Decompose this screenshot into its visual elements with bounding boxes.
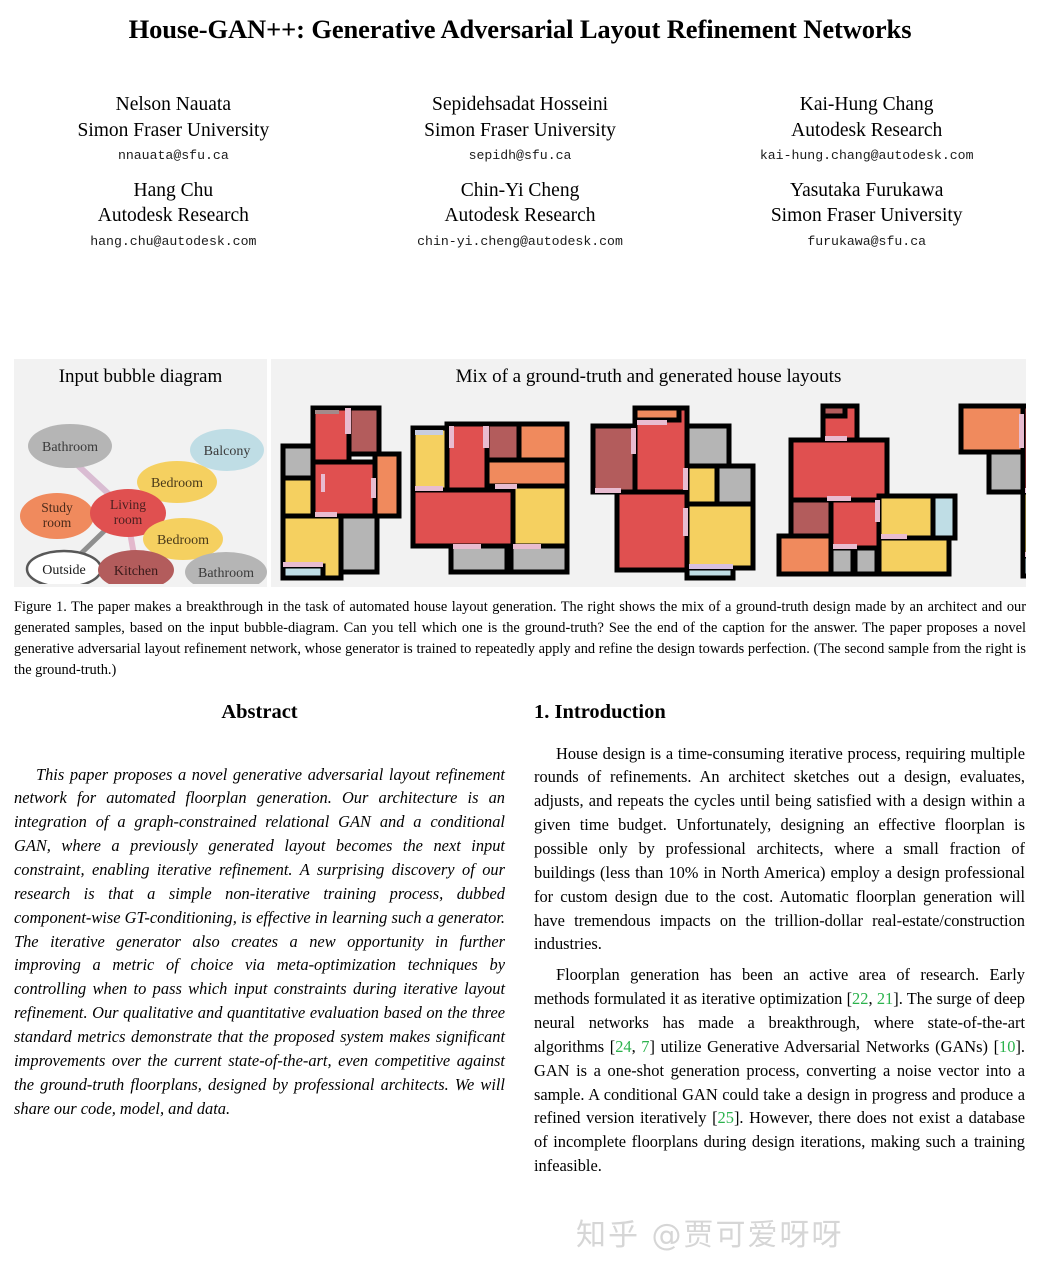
abstract-text: This paper proposes a novel generative a…: [14, 764, 505, 1118]
abstract-heading: Abstract: [221, 701, 298, 723]
floorplan-door: [1019, 413, 1024, 448]
figure-panel-bubble-diagram: Input bubble diagram Bathroom Balcony Be…: [14, 359, 267, 587]
bubble-label: Kitchen: [114, 564, 158, 579]
author-email[interactable]: sepidh@sfu.ca: [347, 147, 694, 164]
floorplan-3: [590, 405, 756, 581]
house-layouts-graphic: [280, 403, 1026, 581]
figure-panel-house-layouts: Mix of a ground-truth and generated hous…: [271, 359, 1026, 587]
author-affiliation: Autodesk Research: [791, 119, 943, 141]
bubble-label-line2: room: [114, 512, 143, 527]
author-email[interactable]: furukawa@sfu.ca: [693, 233, 1040, 250]
floorplan-room: [1020, 553, 1026, 579]
author-entry: Hang Chu Autodesk Research hang.chu@auto…: [0, 178, 347, 251]
author-name: Chin-Yi Cheng: [460, 179, 580, 201]
author-email[interactable]: hang.chu@autodesk.com: [0, 233, 347, 250]
bubble-label-line1: Study: [41, 500, 73, 515]
author-entry: Kai-Hung Chang Autodesk Research kai-hun…: [693, 92, 1040, 165]
author-entry: Nelson Nauata Simon Fraser University nn…: [0, 92, 347, 165]
author-name: Nelson Nauata: [115, 93, 231, 115]
introduction-paragraph-1: House design is a time-consuming iterati…: [534, 743, 1025, 954]
floorplan-room: [1020, 489, 1026, 559]
author-name: Hang Chu: [133, 179, 214, 201]
bubble-label: Bathroom: [42, 440, 98, 455]
figure-1: Input bubble diagram Bathroom Balcony Be…: [14, 359, 1026, 587]
author-affiliation: Autodesk Research: [444, 205, 596, 227]
citation-link-24[interactable]: 24: [615, 1037, 631, 1056]
bubble-label: Bedroom: [151, 476, 203, 491]
author-entry: Yasutaka Furukawa Simon Fraser Universit…: [693, 178, 1040, 251]
author-block: Nelson Nauata Simon Fraser University nn…: [0, 92, 1040, 251]
author-entry: Sepidehsadat Hosseini Simon Fraser Unive…: [347, 92, 694, 165]
citation-link-25[interactable]: 25: [718, 1108, 734, 1127]
house-layouts-title: Mix of a ground-truth and generated hous…: [455, 366, 842, 387]
floorplan-door: [1025, 487, 1026, 493]
author-row: Nelson Nauata Simon Fraser University nn…: [0, 92, 1040, 165]
par2-part3: ] utilize Generative Adversarial Network…: [649, 1036, 1000, 1056]
body-columns: Abstract This paper proposes a novel gen…: [14, 700, 1026, 1178]
author-name: Sepidehsadat Hosseini: [432, 93, 609, 115]
bubble-node-balcony[interactable]: Balcony: [190, 428, 264, 471]
citation-link-22[interactable]: 22: [852, 989, 868, 1008]
introduction-heading: 1. Introduction: [534, 701, 666, 723]
bubble-node-bathroom-1[interactable]: Bathroom: [28, 423, 112, 468]
floorplan-room: [958, 403, 1026, 455]
author-email[interactable]: kai-hung.chang@autodesk.com: [693, 147, 1040, 164]
author-email[interactable]: nnauata@sfu.ca: [0, 147, 347, 164]
floorplan-5: [958, 403, 1026, 579]
floorplan-door: [1025, 551, 1026, 557]
bubble-label-line1: Living: [110, 497, 146, 512]
floorplan-4: [776, 403, 958, 577]
bubble-label: Balcony: [204, 444, 251, 459]
author-email[interactable]: chin-yi.cheng@autodesk.com: [347, 233, 694, 250]
author-affiliation: Autodesk Research: [97, 205, 249, 227]
abstract-column: Abstract This paper proposes a novel gen…: [14, 700, 505, 1178]
introduction-paragraph-2: Floorplan generation has been an active …: [534, 963, 1025, 1178]
citation-link-10[interactable]: 10: [999, 1037, 1015, 1056]
bubble-label-line2: room: [43, 515, 72, 530]
bubble-node-study-room[interactable]: Study room: [20, 492, 94, 539]
citation-link-7[interactable]: 7: [641, 1037, 649, 1056]
floorplan-2: [410, 421, 570, 575]
author-name: Kai-Hung Chang: [799, 93, 934, 115]
floorplan-room: [986, 449, 1026, 495]
author-entry: Chin-Yi Cheng Autodesk Research chin-yi.…: [347, 178, 694, 251]
author-row: Hang Chu Autodesk Research hang.chu@auto…: [0, 178, 1040, 251]
par2-sep1: ,: [868, 989, 877, 1009]
bubble-label: Outside: [42, 563, 86, 578]
bubble-diagram-title: Input bubble diagram: [58, 366, 223, 387]
page-title: House-GAN++: Generative Adversarial Layo…: [128, 14, 912, 44]
watermark-overlay: 知乎 @贾可爱呀呀: [576, 1218, 844, 1253]
author-affiliation: Simon Fraser University: [424, 119, 616, 141]
bubble-node-outside[interactable]: Outside: [25, 549, 103, 584]
figure-caption: Figure 1. The paper makes a breakthrough…: [14, 599, 1026, 679]
floorplan-1: [280, 405, 402, 581]
bubble-label: Bedroom: [157, 533, 209, 548]
author-name: Yasutaka Furukawa: [789, 179, 944, 201]
citation-link-21[interactable]: 21: [877, 989, 893, 1008]
author-affiliation: Simon Fraser University: [77, 119, 270, 141]
introduction-column: 1. Introduction House design is a time-c…: [534, 700, 1025, 1178]
bubble-diagram-graphic: Bathroom Balcony Bedroom Study room Livi…: [20, 423, 267, 584]
par2-sep2: ,: [631, 1036, 642, 1056]
author-affiliation: Simon Fraser University: [770, 205, 963, 227]
bubble-label: Bathroom: [198, 566, 254, 581]
